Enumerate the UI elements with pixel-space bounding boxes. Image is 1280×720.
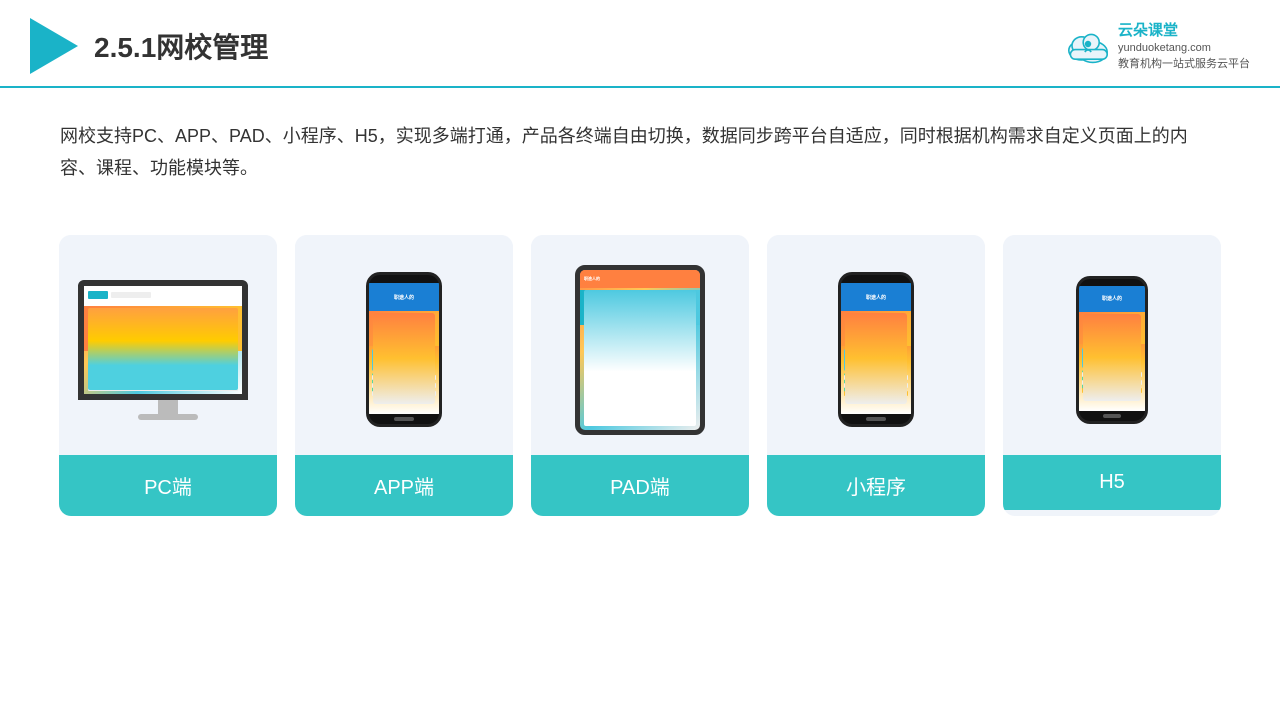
mini-phone-screen: 职途人的 [841,283,911,414]
logo-name: 云朵课堂 [1118,20,1250,41]
page-title: 2.5.1网校管理 [94,26,268,66]
pc-monitor-icon [78,280,258,420]
phone-home-button [394,417,414,421]
cards-section: PC端 职途人的 [0,195,1280,516]
logo-text-block: 云朵课堂 yunduoketang.com 教育机构一站式服务云平台 [1118,20,1250,72]
pad-tablet-icon: 职途人的 [575,265,705,435]
card-h5: 职途人的 H5 [1003,235,1221,516]
h5-phone-screen: 职途人的 [1079,286,1145,411]
tablet-screen: 职途人的 [580,270,700,430]
monitor-screen-content [84,286,242,394]
header-left: 2.5.1网校管理 [30,18,268,74]
card-app: 职途人的 APP端 [295,235,513,516]
card-mini: 职途人的 小程序 [767,235,985,516]
cloud-icon [1064,28,1112,64]
card-app-label: APP端 [295,455,513,516]
h5-phone-icon: 职途人的 [1076,276,1148,424]
card-pc-label: PC端 [59,455,277,516]
logo-url: yunduoketang.com [1118,41,1250,56]
monitor-stand [158,400,178,414]
phone-notch [389,275,419,283]
mini-phone-home [866,417,886,421]
card-app-image: 职途人的 [295,235,513,455]
header-right: 云朵课堂 yunduoketang.com 教育机构一站式服务云平台 [1064,20,1250,72]
card-mini-label: 小程序 [767,455,985,516]
play-icon [30,18,78,74]
card-pc-image [59,235,277,455]
cloud-logo: 云朵课堂 yunduoketang.com 教育机构一站式服务云平台 [1064,20,1250,72]
card-mini-image: 职途人的 [767,235,985,455]
phone-screen: 职途人的 [369,283,439,414]
description-paragraph: 网校支持PC、APP、PAD、小程序、H5，实现多端打通，产品各终端自由切换，数… [60,120,1220,185]
description-text: 网校支持PC、APP、PAD、小程序、H5，实现多端打通，产品各终端自由切换，数… [0,88,1280,185]
card-pad: 职途人的 PAD端 [531,235,749,516]
card-pc: PC端 [59,235,277,516]
logo-tagline: 教育机构一站式服务云平台 [1118,57,1250,72]
card-pad-image: 职途人的 [531,235,749,455]
header: 2.5.1网校管理 云朵课堂 yunduoketang.com 教育机构一站式服… [0,0,1280,88]
h5-phone-home [1103,414,1121,418]
app-phone-icon: 职途人的 [366,272,442,427]
mini-phone-icon: 职途人的 [838,272,914,427]
card-pad-label: PAD端 [531,455,749,516]
monitor-screen [78,280,248,400]
monitor-base [138,414,198,420]
mini-phone-notch [861,275,891,283]
card-h5-image: 职途人的 [1003,235,1221,455]
h5-phone-notch [1099,279,1125,286]
card-h5-label: H5 [1003,455,1221,510]
